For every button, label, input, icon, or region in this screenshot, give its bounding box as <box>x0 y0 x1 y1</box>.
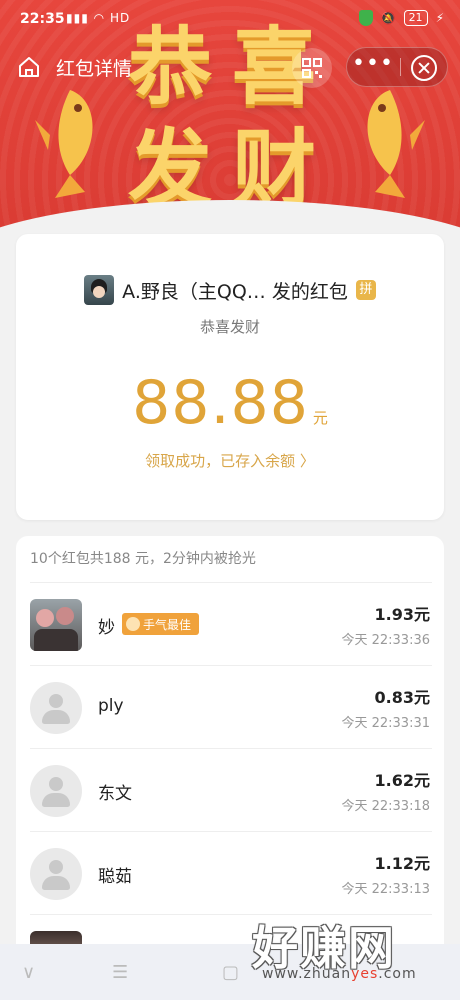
avatar-body <box>42 793 70 807</box>
recipient-name: ply <box>98 696 124 716</box>
recipient-amount: 0.83元 <box>374 688 430 707</box>
header-banner: 恭 喜 发 财 22:35 ▮▮▮ ◠ HD 🔕 21 ⚡ 红包详情 ••• <box>0 0 460 270</box>
status-time: 22:35 <box>20 11 65 27</box>
back-icon[interactable]: ∨ <box>22 962 35 983</box>
scan-button[interactable] <box>292 48 332 88</box>
sender-row: A.野良（主QQ… 发的红包 拼 <box>16 274 444 306</box>
shield-icon <box>358 10 373 26</box>
watermark: 好赚网 www.zhuanyes.com <box>252 904 452 994</box>
recipient-name: 妙 <box>98 618 115 638</box>
list-item[interactable]: 东文 1.62元 今天 22:33:18 <box>16 749 444 832</box>
luck-icon <box>126 617 140 631</box>
packet-summary: 10个红包共188 元，2分钟内被抢光 <box>30 551 256 567</box>
signal-icons: ▮▮▮ ◠ HD <box>66 11 130 25</box>
amount-unit: 元 <box>312 409 328 427</box>
recipient-time: 今天 22:33:36 <box>341 633 430 648</box>
signal-icon: ▮▮▮ <box>66 11 89 25</box>
capsule-divider <box>400 58 401 76</box>
sender-avatar <box>84 275 115 305</box>
best-luck-badge: 手气最佳 <box>122 613 200 635</box>
network-type: HD <box>109 11 131 25</box>
watermark-url: www.zhuanyes.com <box>262 966 417 982</box>
avatar-body <box>42 876 70 890</box>
list-item[interactable]: 聪茹 1.12元 今天 22:33:13 <box>16 832 444 915</box>
koi-fish-right-icon <box>367 90 425 198</box>
mute-icon: 🔕 <box>380 11 396 25</box>
recipient-time: 今天 22:33:13 <box>341 882 430 897</box>
watermark-url-accent: yes <box>351 966 379 982</box>
battery-icon: 21 <box>403 10 428 26</box>
avatar-photo-part <box>34 629 78 651</box>
balance-link[interactable]: 领取成功，已存入余额 〉 <box>16 450 444 471</box>
close-icon[interactable] <box>411 55 437 81</box>
watermark-url-prefix: www.zhuan <box>262 966 352 982</box>
scan-icon <box>302 58 322 78</box>
received-amount: 88.88 <box>132 368 309 438</box>
sender-title: A.野良（主QQ… 发的红包 <box>122 280 348 303</box>
wifi-icon: ◠ <box>93 11 106 25</box>
recipient-time: 今天 22:33:31 <box>341 716 430 731</box>
list-item[interactable]: ply 0.83元 今天 22:33:31 <box>16 666 444 749</box>
koi-fish-left-icon <box>35 90 93 198</box>
charging-icon: ⚡ <box>435 11 444 25</box>
red-packet-card: A.野良（主QQ… 发的红包 拼 恭喜发财 88.88 元 领取成功，已存入余额 … <box>16 234 444 520</box>
recipient-name: 聪茹 <box>98 867 132 887</box>
home-icon[interactable] <box>16 54 42 80</box>
avatar <box>30 599 82 651</box>
recipient-amount: 1.62元 <box>374 771 430 790</box>
recipient-name: 东文 <box>98 784 132 804</box>
navigation-bar: 红包详情 ••• <box>0 44 460 90</box>
avatar-photo-part <box>36 609 54 627</box>
greeting-text: 恭喜发财 <box>199 318 260 336</box>
watermark-url-suffix: .com <box>378 966 417 982</box>
mini-program-capsule: ••• <box>346 47 448 87</box>
avatar-head <box>49 777 63 791</box>
list-item[interactable]: 妙 手气最佳 1.93元 今天 22:33:36 <box>16 583 444 666</box>
amount-row: 88.88 元 <box>16 368 444 438</box>
avatar-photo-part <box>56 607 74 625</box>
more-button[interactable]: ••• <box>347 48 399 86</box>
recipient-amount: 1.12元 <box>374 854 430 873</box>
avatar-body <box>42 710 70 724</box>
page-title: 红包详情 <box>56 58 133 80</box>
avatar-head <box>49 860 63 874</box>
default-avatar-icon <box>30 848 82 900</box>
recipient-time: 今天 22:33:18 <box>341 799 430 814</box>
status-bar: 22:35 ▮▮▮ ◠ HD 🔕 21 ⚡ <box>0 0 460 40</box>
pin-badge: 拼 <box>355 280 376 300</box>
default-avatar-icon <box>30 682 82 734</box>
best-luck-label: 手气最佳 <box>143 617 192 632</box>
recipient-amount: 1.93元 <box>374 605 430 624</box>
avatar-head <box>49 694 63 708</box>
menu-icon[interactable]: ☰ <box>112 962 128 983</box>
default-avatar-icon <box>30 765 82 817</box>
home-nav-icon[interactable]: ▢ <box>222 962 239 983</box>
status-right-icons: 🔕 21 ⚡ <box>358 10 444 26</box>
